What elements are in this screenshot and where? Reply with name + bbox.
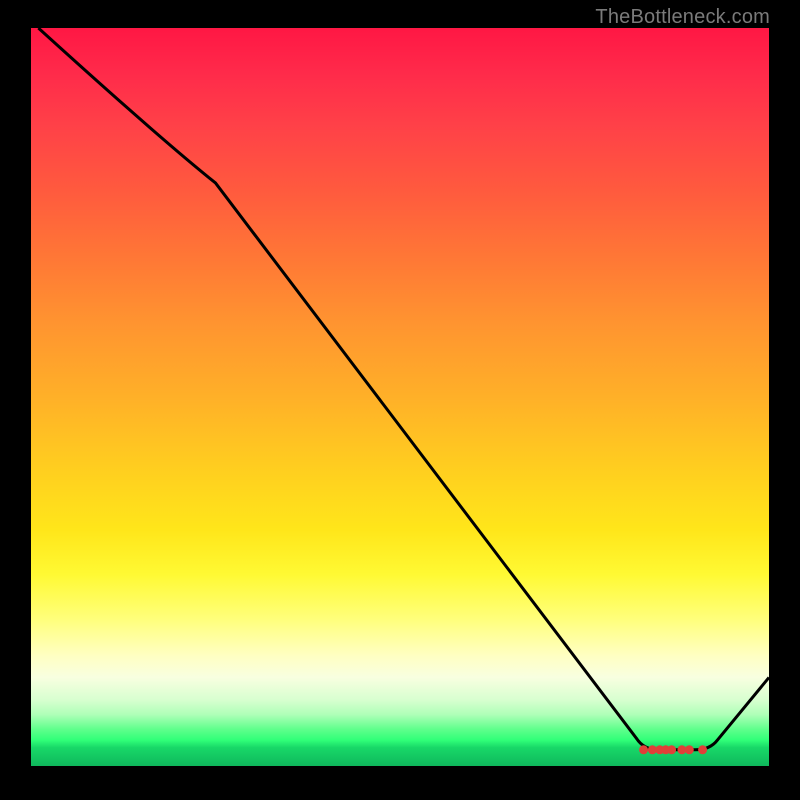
chart-plot-area [31, 28, 769, 766]
watermark-text: TheBottleneck.com [595, 6, 770, 29]
